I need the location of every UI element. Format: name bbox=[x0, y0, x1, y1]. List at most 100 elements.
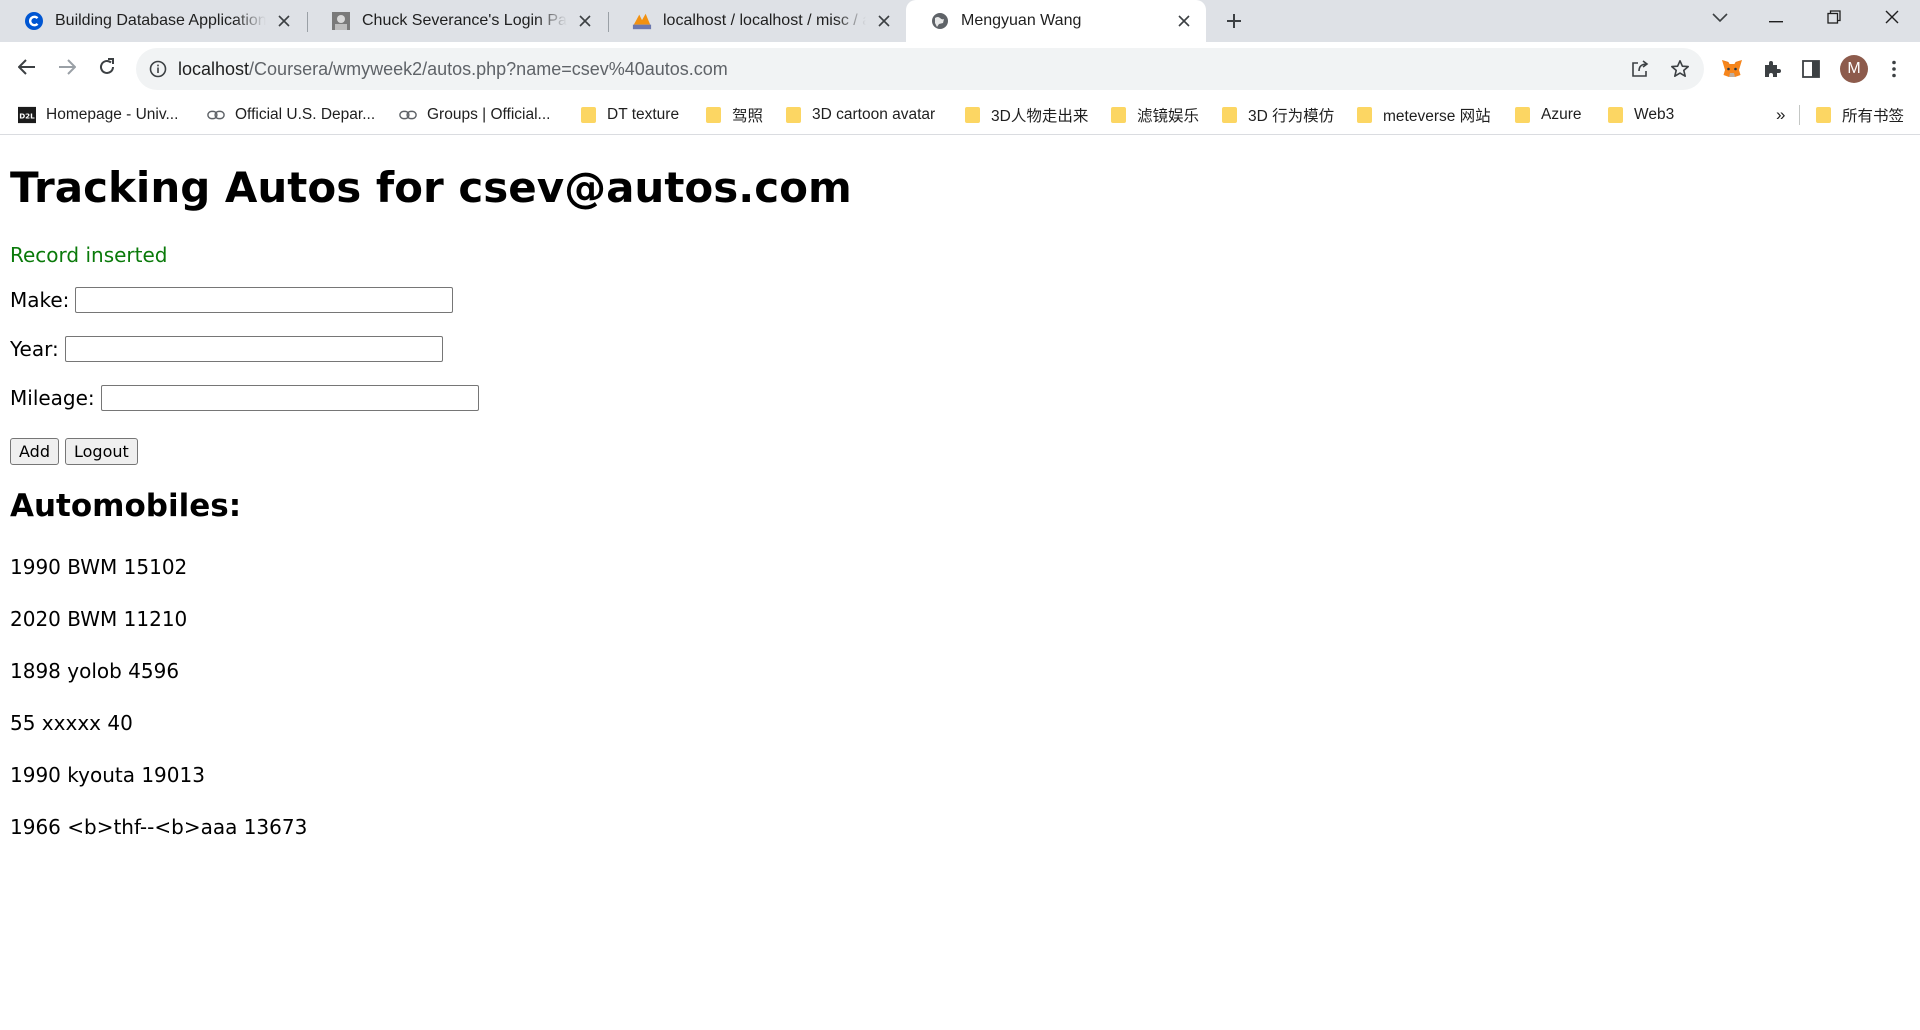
close-icon bbox=[1885, 10, 1899, 29]
chevron-down-icon bbox=[1712, 10, 1728, 28]
close-tab-icon[interactable] bbox=[1172, 9, 1196, 33]
bookmark-folder[interactable]: DT texture bbox=[579, 96, 679, 134]
close-tab-icon[interactable] bbox=[272, 9, 296, 33]
bookmark-label: Groups | Official... bbox=[427, 106, 551, 123]
bookmarks-bar: D2L Homepage - Univ... Official U.S. Dep… bbox=[0, 96, 1920, 135]
mileage-input[interactable] bbox=[100, 385, 479, 411]
list-item: 1990 kyouta 19013 bbox=[10, 763, 205, 787]
puzzle-extensions-icon[interactable] bbox=[1758, 55, 1786, 83]
tab-title: Mengyuan Wang bbox=[961, 12, 1082, 29]
tab-title: Building Database Applications bbox=[55, 12, 266, 29]
logout-button[interactable]: Logout bbox=[65, 438, 138, 465]
minimize-button[interactable] bbox=[1752, 0, 1800, 38]
automobiles-heading: Automobiles: bbox=[10, 488, 242, 524]
folder-icon bbox=[784, 106, 802, 124]
bookmark-folder[interactable]: meteverse 网站 bbox=[1355, 96, 1491, 134]
tab-title: localhost / localhost / misc / autos bbox=[663, 12, 866, 29]
link-icon bbox=[207, 106, 225, 124]
page-content: Tracking Autos for csev@autos.com Record… bbox=[0, 135, 1920, 1030]
page-title: Tracking Autos for csev@autos.com bbox=[10, 163, 852, 212]
arrow-left-icon bbox=[17, 58, 36, 80]
coursera-icon bbox=[24, 11, 44, 31]
make-label: Make: bbox=[10, 288, 70, 312]
bookmark-label: Homepage - Univ... bbox=[46, 106, 179, 123]
side-panel-icon[interactable] bbox=[1797, 55, 1825, 83]
bookmark-folder[interactable]: Azure bbox=[1513, 96, 1582, 134]
bookmarks-overflow-button[interactable]: » bbox=[1776, 96, 1785, 134]
bookmark-label: Web3 bbox=[1634, 106, 1675, 123]
reload-icon bbox=[98, 57, 116, 81]
bookmark-item[interactable]: D2L Homepage - Univ... bbox=[18, 96, 178, 134]
star-icon[interactable] bbox=[1668, 57, 1692, 81]
tab-mengyuan-wang[interactable]: Mengyuan Wang bbox=[906, 0, 1206, 42]
list-item: 55 xxxxx 40 bbox=[10, 711, 133, 735]
bookmark-label: 3D人物走出来 bbox=[991, 108, 1089, 125]
folder-icon bbox=[1220, 106, 1238, 124]
bookmark-label: Official U.S. Depar... bbox=[235, 106, 376, 123]
new-tab-button[interactable] bbox=[1220, 7, 1248, 35]
make-input[interactable] bbox=[75, 287, 454, 313]
bookmark-item[interactable]: Groups | Official... bbox=[399, 96, 550, 134]
list-item: 1898 yolob 4596 bbox=[10, 659, 180, 683]
all-bookmarks-folder[interactable]: 所有书签 bbox=[1814, 96, 1904, 134]
menu-kebab-icon[interactable] bbox=[1880, 55, 1908, 83]
make-field: Make: bbox=[10, 287, 454, 313]
bookmark-folder[interactable]: 3D人物走出来 bbox=[963, 96, 1088, 134]
close-tab-icon[interactable] bbox=[573, 9, 597, 33]
folder-icon bbox=[963, 106, 981, 124]
close-tab-icon[interactable] bbox=[872, 9, 896, 33]
bookmark-label: Azure bbox=[1541, 106, 1582, 123]
year-label: Year: bbox=[10, 337, 59, 361]
close-window-button[interactable] bbox=[1868, 0, 1916, 38]
add-button[interactable]: Add bbox=[10, 438, 59, 465]
bookmark-label: 3D 行为模仿 bbox=[1248, 108, 1335, 125]
bookmark-label: meteverse 网站 bbox=[1383, 108, 1491, 125]
minimize-icon bbox=[1769, 10, 1783, 28]
link-icon bbox=[399, 106, 417, 124]
url-host: localhost bbox=[178, 59, 250, 79]
url-text[interactable]: localhost/Coursera/wmyweek2/autos.php?na… bbox=[178, 48, 728, 90]
phpmyadmin-icon bbox=[632, 11, 652, 31]
tab-search-button[interactable] bbox=[1696, 0, 1744, 38]
folder-icon bbox=[579, 106, 597, 124]
tab-building-database[interactable]: Building Database Applications bbox=[0, 0, 306, 42]
svg-text:D2L: D2L bbox=[19, 112, 35, 121]
share-icon[interactable] bbox=[1628, 57, 1652, 81]
list-item: 1990 BWM 15102 bbox=[10, 555, 188, 579]
folder-icon bbox=[1513, 106, 1531, 124]
list-item: 1966 <b>thf--<b>aaa 13673 bbox=[10, 815, 308, 839]
bookmark-folder[interactable]: 滤镜娱乐 bbox=[1109, 96, 1199, 134]
bookmarks-separator bbox=[1799, 105, 1800, 125]
browser-toolbar: localhost/Coursera/wmyweek2/autos.php?na… bbox=[0, 42, 1920, 96]
tab-strip: Building Database Applications Chuck Sev… bbox=[0, 0, 1920, 42]
tab-chuck-login[interactable]: Chuck Severance's Login Page bbox=[307, 0, 607, 42]
address-bar[interactable]: localhost/Coursera/wmyweek2/autos.php?na… bbox=[136, 48, 1704, 90]
reload-button[interactable] bbox=[91, 53, 123, 85]
mileage-label: Mileage: bbox=[10, 386, 95, 410]
folder-icon bbox=[1109, 106, 1127, 124]
profile-avatar[interactable]: M bbox=[1840, 55, 1868, 83]
bookmark-folder[interactable]: 3D cartoon avatar bbox=[784, 96, 935, 134]
person-photo-icon bbox=[331, 11, 351, 31]
restore-icon bbox=[1827, 9, 1841, 29]
bookmark-folder[interactable]: 3D 行为模仿 bbox=[1220, 96, 1334, 134]
folder-icon bbox=[1814, 106, 1832, 124]
url-path: /Coursera/wmyweek2/autos.php?name=csev%4… bbox=[249, 59, 728, 79]
forward-button[interactable] bbox=[51, 53, 83, 85]
year-field: Year: bbox=[10, 336, 443, 362]
restore-button[interactable] bbox=[1810, 0, 1858, 38]
list-item: 2020 BWM 11210 bbox=[10, 607, 188, 631]
folder-icon bbox=[704, 106, 722, 124]
back-button[interactable] bbox=[11, 53, 43, 85]
bookmark-item[interactable]: Official U.S. Depar... bbox=[207, 96, 375, 134]
folder-icon bbox=[1355, 106, 1373, 124]
bookmark-label: DT texture bbox=[607, 106, 680, 123]
bookmark-folder[interactable]: 驾照 bbox=[704, 96, 763, 134]
bookmark-folder[interactable]: Web3 bbox=[1606, 96, 1674, 134]
metamask-extension-icon[interactable] bbox=[1718, 55, 1746, 83]
info-icon[interactable] bbox=[148, 59, 168, 79]
tab-phpmyadmin[interactable]: localhost / localhost / misc / autos bbox=[608, 0, 906, 42]
folder-icon bbox=[1606, 106, 1624, 124]
mileage-field: Mileage: bbox=[10, 385, 479, 411]
year-input[interactable] bbox=[64, 336, 443, 362]
